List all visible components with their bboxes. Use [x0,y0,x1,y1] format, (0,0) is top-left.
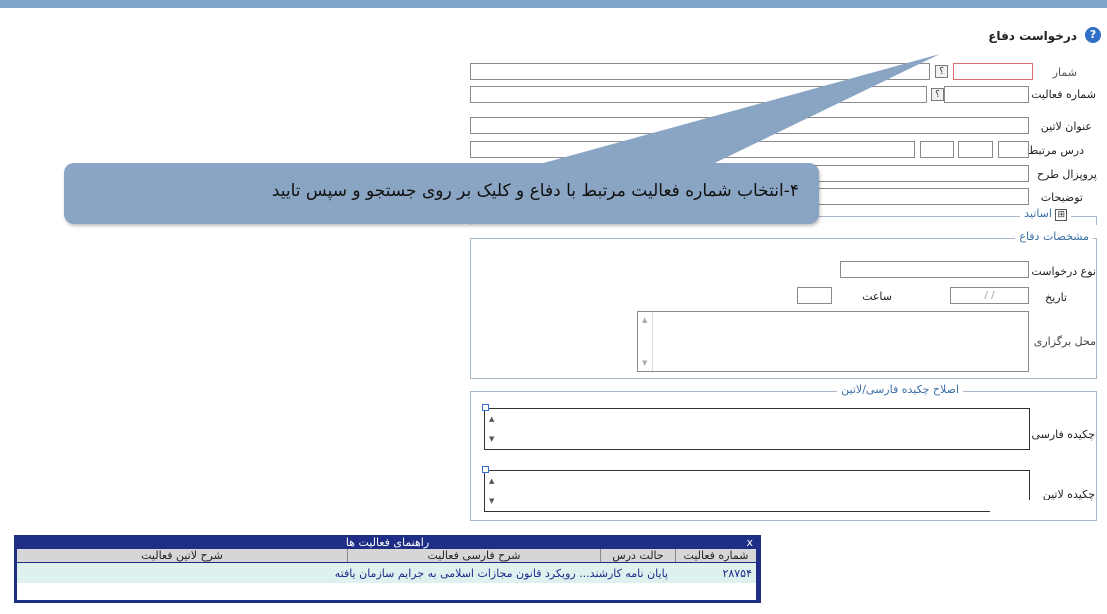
column-header: شرح فارسی فعالیت [347,549,600,562]
column-header: حالت درس [600,549,675,562]
table-empty-area [17,583,756,600]
table-row[interactable]: ۲۸۷۵۴ پایان نامه کارشند... رویکرد قانون … [17,563,756,583]
activity-help-title: راهنمای فعالیت ها [345,536,430,549]
column-header: شماره فعالیت [675,549,756,562]
activity-help-panel: راهنمای فعالیت ها x شماره فعالیت حالت در… [14,535,761,603]
activity-number-cell: ۲۸۷۵۴ [722,567,752,580]
table-header: شماره فعالیت حالت درس شرح فارسی فعالیت ش… [17,549,756,562]
instruction-callout: ۴-انتخاب شماره فعالیت مرتبط با دفاع و کل… [64,163,819,224]
persian-description-cell: پایان نامه کارشند... رویکرد قانون مجازات… [334,567,668,580]
callout-pointer [500,54,940,175]
callout-text: ۴-انتخاب شماره فعالیت مرتبط با دفاع و کل… [271,181,799,201]
column-header: شرح لاتین فعالیت [17,549,347,562]
close-icon[interactable]: x [746,536,753,549]
